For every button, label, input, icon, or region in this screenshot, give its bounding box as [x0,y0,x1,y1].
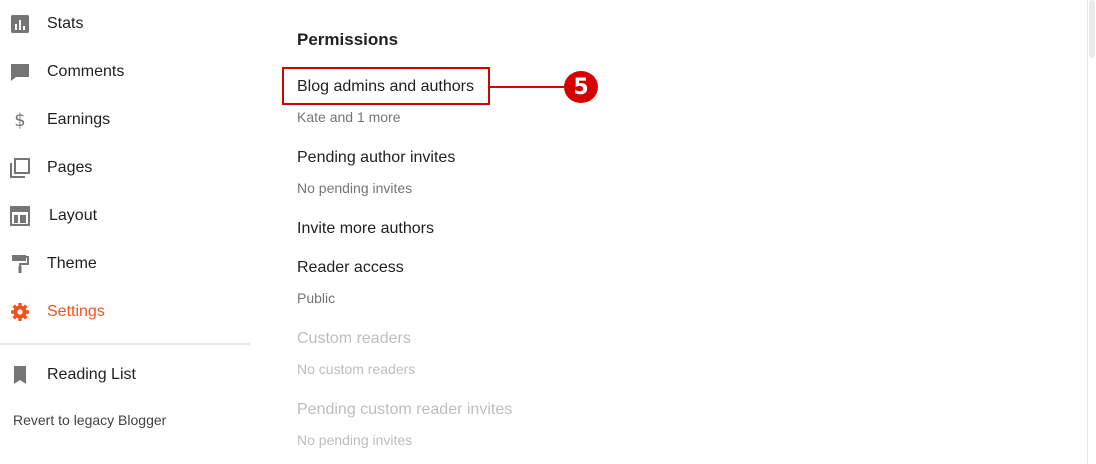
sidebar-item-label: Pages [47,159,93,176]
pending-author-invites-setting[interactable]: Pending author invites [297,149,455,167]
sidebar-item-comments[interactable]: Comments [0,52,252,92]
sidebar-item-label: Reading List [47,366,136,383]
bookmark-icon [10,365,30,385]
sidebar-item-label: Comments [47,63,125,80]
layout-icon [10,206,30,226]
annotation-highlight-box [282,67,490,105]
gear-icon [10,302,30,322]
sidebar-item-reading-list[interactable]: Reading List [0,355,252,395]
sidebar-item-label: Theme [47,255,97,272]
pending-custom-reader-invites-setting: Pending custom reader invites [297,401,513,418]
comment-icon [10,62,30,82]
sidebar-item-label: Settings [47,303,105,320]
sidebar-item-stats[interactable]: Stats [0,4,252,44]
pending-author-invites-subtitle: No pending invites [297,180,413,196]
sidebar-item-theme[interactable]: Theme [0,244,252,284]
sidebar-item-earnings[interactable]: $ Earnings [0,100,252,140]
revert-to-legacy-link[interactable]: Revert to legacy Blogger [13,412,166,428]
sidebar-item-settings[interactable]: Settings [0,292,252,332]
sidebar-item-label: Stats [47,15,84,32]
dollar-icon: $ [10,110,30,130]
pending-custom-reader-invites-subtitle: No pending invites [297,432,413,448]
invite-more-authors-setting[interactable]: Invite more authors [297,220,434,238]
custom-readers-subtitle: No custom readers [297,361,416,377]
sidebar-item-label: Earnings [47,111,111,128]
sidebar-item-layout[interactable]: Layout [0,196,252,236]
annotation-step-badge: 5 [564,71,598,103]
page-title: Permissions [297,30,399,49]
blog-admins-subtitle: Kate and 1 more [297,109,401,125]
sidebar-item-label: Layout [49,207,98,224]
custom-readers-setting: Custom readers [297,330,411,347]
sidebar-divider [0,343,250,345]
reader-access-setting[interactable]: Reader access [297,259,404,277]
svg-text:$: $ [14,110,25,130]
scrollbar-thumb[interactable] [1089,0,1095,58]
scrollbar[interactable] [1087,0,1096,464]
annotation-callout-line [490,86,568,88]
sidebar: Stats Comments $ Earnings Pages Layout T… [0,0,252,464]
sidebar-item-pages[interactable]: Pages [0,148,252,188]
reader-access-subtitle: Public [297,290,336,306]
paint-roller-icon [10,254,30,274]
bar-chart-icon [10,14,30,34]
pages-icon [10,158,30,178]
